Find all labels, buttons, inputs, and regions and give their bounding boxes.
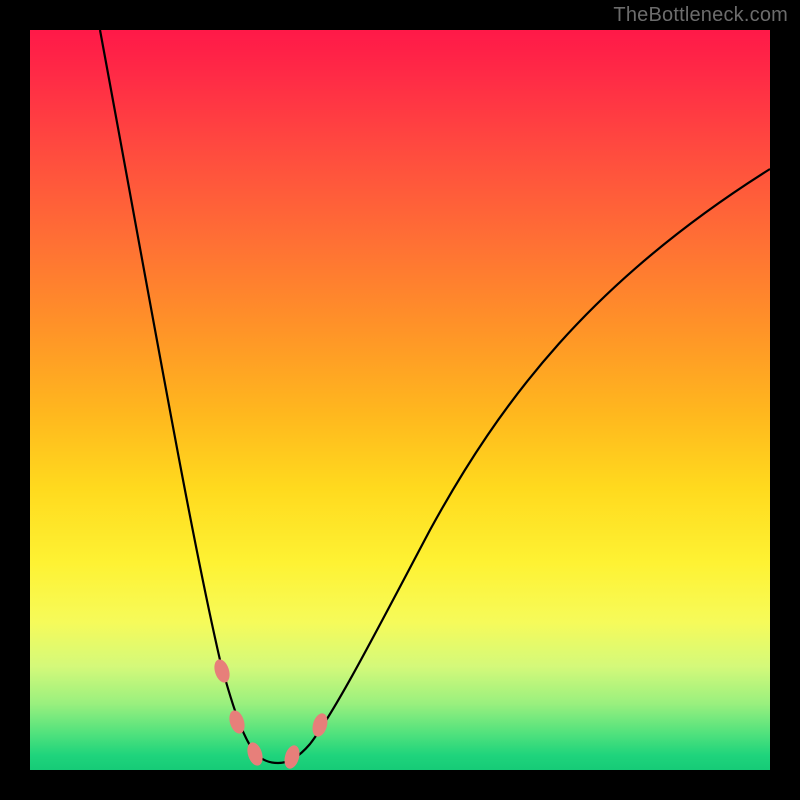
- marker: [227, 708, 248, 735]
- stage: TheBottleneck.com: [0, 0, 800, 800]
- marker: [245, 740, 266, 767]
- plot-area: [30, 30, 770, 770]
- watermark-text: TheBottleneck.com: [613, 4, 788, 27]
- marker: [212, 657, 233, 684]
- curve-layer: [30, 30, 770, 770]
- markers-layer: [30, 30, 770, 770]
- curve-right-arm: [278, 169, 770, 763]
- curve-left-arm: [100, 30, 278, 763]
- marker: [282, 744, 302, 771]
- marker: [310, 712, 330, 739]
